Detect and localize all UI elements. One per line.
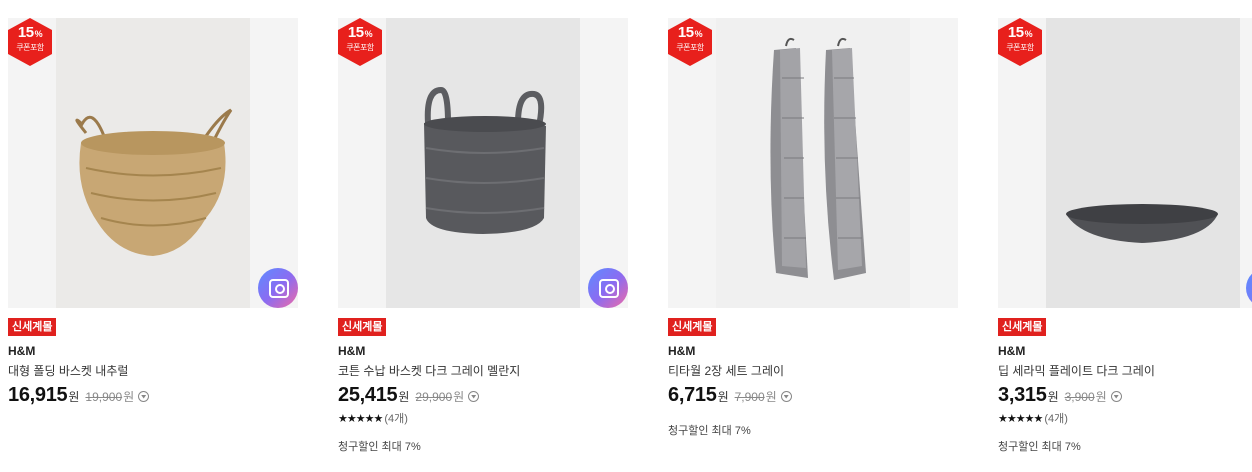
grey-basket-image <box>386 18 580 308</box>
product-image[interactable]: 15% 쿠폰포함 <box>668 18 958 308</box>
sale-price: 3,315 <box>998 384 1047 406</box>
price-row: 25,415원 29,900원 <box>338 384 480 407</box>
product-card[interactable]: 15% 쿠폰포함 신세계몰 H&M 코튼 수납 바스켓 다크 그레이 멜란지 2… <box>338 18 628 453</box>
original-price: 3,900 <box>1064 390 1095 404</box>
star-rating-icon: ★★★★★ <box>998 413 1043 425</box>
product-card[interactable]: 15% 쿠폰포함 신세계몰 H&M 티타월 2장 세트 그레이 6,715원 7,… <box>668 18 958 437</box>
coupon-badge: 15% 쿠폰포함 <box>8 18 52 66</box>
card-discount-note: 청구할인 최대 7% <box>338 441 421 453</box>
lens-search-icon[interactable] <box>258 268 298 308</box>
product-card[interactable]: 15% 쿠폰포함 신세계몰 H&M 딥 세라믹 플레이트 다크 그레이 3,31… <box>998 18 1252 453</box>
price-row: 6,715원 7,900원 <box>668 384 792 407</box>
price-row: 16,915원 19,900원 <box>8 384 150 407</box>
mall-tag: 신세계몰 <box>998 318 1047 336</box>
review-count: (4개) <box>1044 413 1068 425</box>
product-image[interactable]: 15% 쿠폰포함 <box>338 18 628 308</box>
original-price: 19,900 <box>85 390 123 404</box>
coupon-badge: 15% 쿠폰포함 <box>338 18 382 66</box>
sale-price: 25,415 <box>338 384 398 406</box>
next-card-edge <box>1246 268 1252 308</box>
product-name[interactable]: 티타월 2장 세트 그레이 <box>668 362 784 379</box>
product-card[interactable]: 15% 쿠폰포함 신세계몰 H&M 대형 폴딩 바스켓 내추럴 16,915원 1… <box>8 18 298 406</box>
rating[interactable]: ★★★★★ (4개) <box>998 410 1068 426</box>
brand-name[interactable]: H&M <box>668 344 695 358</box>
price-info-icon[interactable] <box>138 391 150 402</box>
lens-search-icon <box>1246 268 1252 308</box>
lens-search-icon[interactable] <box>588 268 628 308</box>
mall-tag: 신세계몰 <box>8 318 57 336</box>
product-name[interactable]: 코튼 수납 바스켓 다크 그레이 멜란지 <box>338 362 520 379</box>
brand-name[interactable]: H&M <box>338 344 365 358</box>
price-info-icon[interactable] <box>780 391 792 402</box>
price-row: 3,315원 3,900원 <box>998 384 1122 407</box>
mall-tag: 신세계몰 <box>338 318 387 336</box>
original-price: 7,900 <box>734 390 765 404</box>
brand-name[interactable]: H&M <box>8 344 35 358</box>
coupon-badge: 15% 쿠폰포함 <box>668 18 712 66</box>
price-info-icon[interactable] <box>468 391 480 402</box>
original-price: 29,900 <box>415 390 453 404</box>
product-image[interactable]: 15% 쿠폰포함 <box>998 18 1252 308</box>
product-image[interactable]: 15% 쿠폰포함 <box>8 18 298 308</box>
tea-towels-image <box>716 18 910 308</box>
coupon-badge: 15% 쿠폰포함 <box>998 18 1042 66</box>
star-rating-icon: ★★★★★ <box>338 413 383 425</box>
price-info-icon[interactable] <box>1110 391 1122 402</box>
mall-tag: 신세계몰 <box>668 318 717 336</box>
ceramic-plate-image <box>1046 18 1240 308</box>
card-discount-note: 청구할인 최대 7% <box>998 441 1081 453</box>
product-name[interactable]: 대형 폴딩 바스켓 내추럴 <box>8 362 128 379</box>
review-count: (4개) <box>384 413 408 425</box>
product-name[interactable]: 딥 세라믹 플레이트 다크 그레이 <box>998 362 1155 379</box>
sale-price: 16,915 <box>8 384 68 406</box>
rating[interactable]: ★★★★★ (4개) <box>338 410 408 426</box>
brand-name[interactable]: H&M <box>998 344 1025 358</box>
card-discount-note: 청구할인 최대 7% <box>668 425 751 437</box>
straw-basket-image <box>56 18 250 308</box>
sale-price: 6,715 <box>668 384 717 406</box>
